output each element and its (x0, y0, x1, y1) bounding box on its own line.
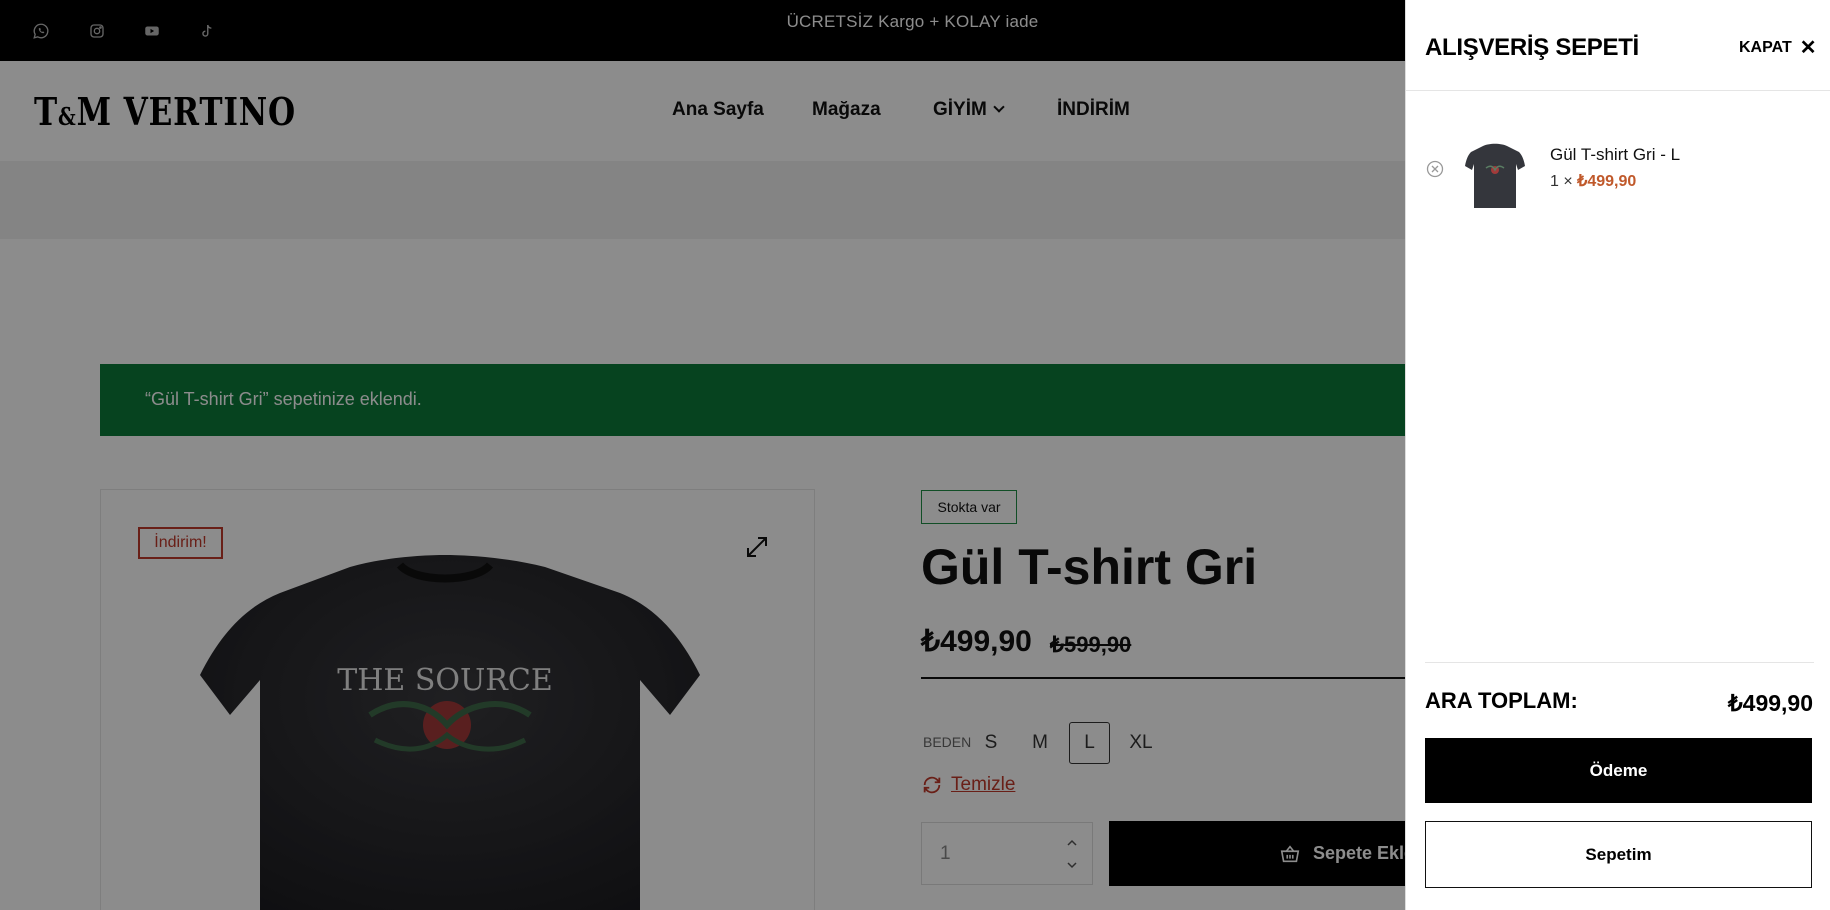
cart-item-quantity: 1 × ₺499,90 (1550, 171, 1636, 191)
cart-item: Gül T-shirt Gri - L 1 × ₺499,90 (1425, 140, 1815, 220)
close-icon: ✕ (1799, 37, 1817, 59)
remove-item-icon[interactable] (1426, 160, 1444, 178)
cart-item-price: ₺499,90 (1577, 173, 1637, 190)
checkout-button[interactable]: Ödeme (1425, 738, 1812, 803)
view-cart-button[interactable]: Sepetim (1425, 821, 1812, 888)
cart-drawer: ALIŞVERİŞ SEPETİ KAPAT ✕ Gül T-shirt Gri… (1405, 0, 1830, 910)
subtotal-label: ARA TOPLAM: (1425, 688, 1578, 713)
cart-item-name[interactable]: Gül T-shirt Gri - L (1550, 145, 1680, 165)
cart-title: ALIŞVERİŞ SEPETİ (1425, 34, 1639, 61)
close-cart-button[interactable]: KAPAT ✕ (1739, 38, 1817, 58)
subtotal-divider (1425, 662, 1814, 663)
close-label: KAPAT (1739, 39, 1792, 56)
subtotal-value: ₺499,90 (1728, 690, 1813, 716)
cart-item-thumbnail[interactable] (1465, 140, 1525, 215)
cart-overlay[interactable] (0, 0, 1405, 910)
cart-drawer-header: ALIŞVERİŞ SEPETİ KAPAT ✕ (1406, 0, 1830, 91)
cart-item-qty-prefix: 1 × (1550, 173, 1573, 190)
